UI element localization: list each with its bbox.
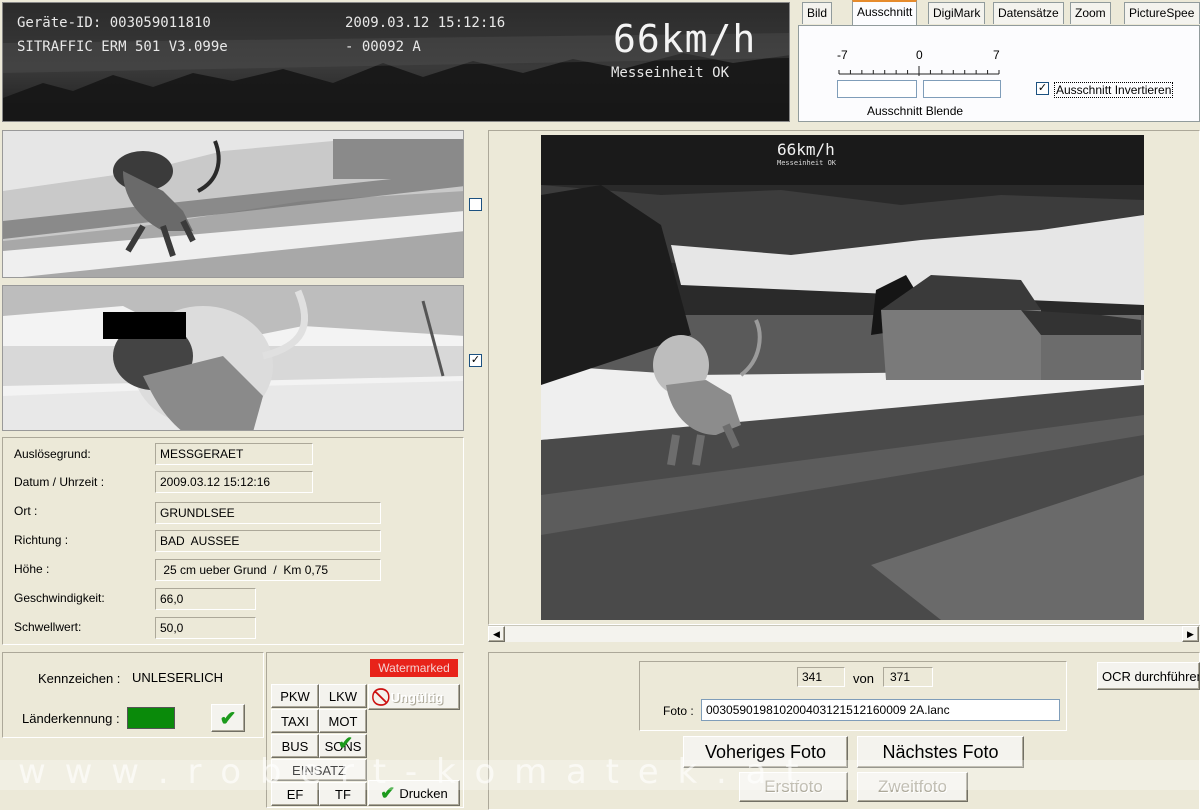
laenderkennung-confirm-button[interactable]: ✔ <box>211 704 245 732</box>
datum-label: Datum / Uhrzeit : <box>14 475 105 489</box>
blende-slider-scale[interactable] <box>835 64 1003 78</box>
website-watermark: w w w . r o b e r t - k o m a t e k . a … <box>18 752 803 792</box>
hoehe-label: Höhe : <box>14 562 50 576</box>
header-datetime-text: 2009.03.12 15:12:16 <box>345 15 506 31</box>
kennzeichen-value: UNLESERLICH <box>132 670 224 685</box>
crop-image-1[interactable] <box>2 130 464 278</box>
main-photo-speed-text: 66km/h <box>777 140 835 159</box>
scale-max-label: 7 <box>993 48 1000 62</box>
tab-ausschnitt[interactable]: Ausschnitt <box>852 0 918 25</box>
lkw-button[interactable]: LKW <box>319 684 367 708</box>
header-status-text: Messeinheit OK <box>611 65 730 81</box>
scroll-right-button[interactable]: ▶ <box>1182 626 1199 642</box>
tab-picturespeed[interactable]: PictureSpee <box>1124 2 1200 24</box>
crop-2-checkbox[interactable]: ✓ <box>469 354 482 367</box>
ausschnitt-tab-page: -7 0 7 Ausschnitt Blende ✓ Ausschnitt In… <box>798 26 1200 122</box>
watermarked-badge: Watermarked <box>370 659 458 677</box>
total-photo-number: 371 <box>883 667 933 687</box>
von-label: von <box>853 671 874 686</box>
invert-label[interactable]: Ausschnitt Invertieren <box>1054 82 1174 98</box>
main-photo[interactable]: 66km/h Messeinheit OK <box>541 135 1144 620</box>
tab-strip: Bild Ausschnitt DigiMark Datensätze Zoom… <box>798 0 1200 26</box>
kennzeichen-label: Kennzeichen : <box>38 671 121 686</box>
richtung-value: BAD AUSSEE <box>155 530 381 552</box>
mot-button[interactable]: MOT <box>319 709 367 733</box>
blende-label: Ausschnitt Blende <box>867 104 964 118</box>
ort-value: GRUNDLSEE <box>155 502 381 524</box>
current-photo-number: 341 <box>797 667 845 687</box>
crop-image-1-graphic <box>3 131 463 277</box>
ausloesegrund-value: MESSGERAET <box>155 443 313 465</box>
ungueltig-label: Ungültig <box>390 689 444 705</box>
main-photo-graphic <box>541 135 1144 620</box>
taxi-button[interactable]: TAXI <box>271 709 319 733</box>
hoehe-value: 25 cm ueber Grund / Km 0,75 <box>155 559 381 581</box>
tab-zoom[interactable]: Zoom <box>1070 2 1111 24</box>
software-version-text: SITRAFFIC ERM 501 V3.099e <box>17 39 228 55</box>
tab-bild[interactable]: Bild <box>802 2 833 24</box>
geschwindigkeit-value: 66,0 <box>155 588 256 610</box>
scroll-left-button[interactable]: ◀ <box>488 626 505 642</box>
tab-datensaetze[interactable]: Datensätze <box>993 2 1064 24</box>
geschwindigkeit-label: Geschwindigkeit: <box>14 591 105 605</box>
device-id-text: Geräte-ID: 003059011810 <box>17 15 211 31</box>
blende-right-field[interactable] <box>923 80 1001 98</box>
foto-filename-field[interactable]: 003059019810200403121512160009 2A.lanc <box>701 699 1060 721</box>
datum-value: 2009.03.12 15:12:16 <box>155 471 313 493</box>
main-photo-status-text: Messeinheit OK <box>777 159 837 167</box>
ort-label: Ort : <box>14 504 38 518</box>
foto-label: Foto : <box>663 704 694 718</box>
tab-digimark[interactable]: DigiMark <box>928 2 986 24</box>
header-counter-text: - 00092 A <box>345 39 421 55</box>
header-photo-strip: Geräte-ID: 003059011810 SITRAFFIC ERM 50… <box>2 2 790 122</box>
schwellwert-value: 50,0 <box>155 617 256 639</box>
redaction-bar <box>103 312 186 339</box>
laenderkennung-color-swatch[interactable] <box>127 707 175 729</box>
pkw-button[interactable]: PKW <box>271 684 319 708</box>
richtung-label: Richtung : <box>14 533 69 547</box>
checkmark-icon: ✔ <box>219 707 237 730</box>
crop-image-2-graphic <box>3 286 463 430</box>
scale-min-label: -7 <box>837 48 848 62</box>
checkmark-icon: ✔ <box>338 733 354 753</box>
header-speed-text: 66km/h <box>613 17 757 61</box>
ocr-button[interactable]: OCR durchführen <box>1097 662 1200 690</box>
crop-image-2[interactable] <box>2 285 464 431</box>
scale-mid-label: 0 <box>916 48 923 62</box>
schwellwert-label: Schwellwert: <box>14 620 82 634</box>
laenderkennung-label: Länderkennung : <box>22 711 120 726</box>
photo-horizontal-scrollbar[interactable]: ◀ ▶ <box>488 625 1200 642</box>
ungueltig-button[interactable]: ⃠ Ungültig <box>368 684 460 710</box>
ausloesegrund-label: Auslösegrund: <box>14 447 91 461</box>
crop-1-checkbox[interactable] <box>469 198 482 211</box>
blende-left-field[interactable] <box>837 80 917 98</box>
invert-checkbox[interactable]: ✓ <box>1036 82 1049 95</box>
